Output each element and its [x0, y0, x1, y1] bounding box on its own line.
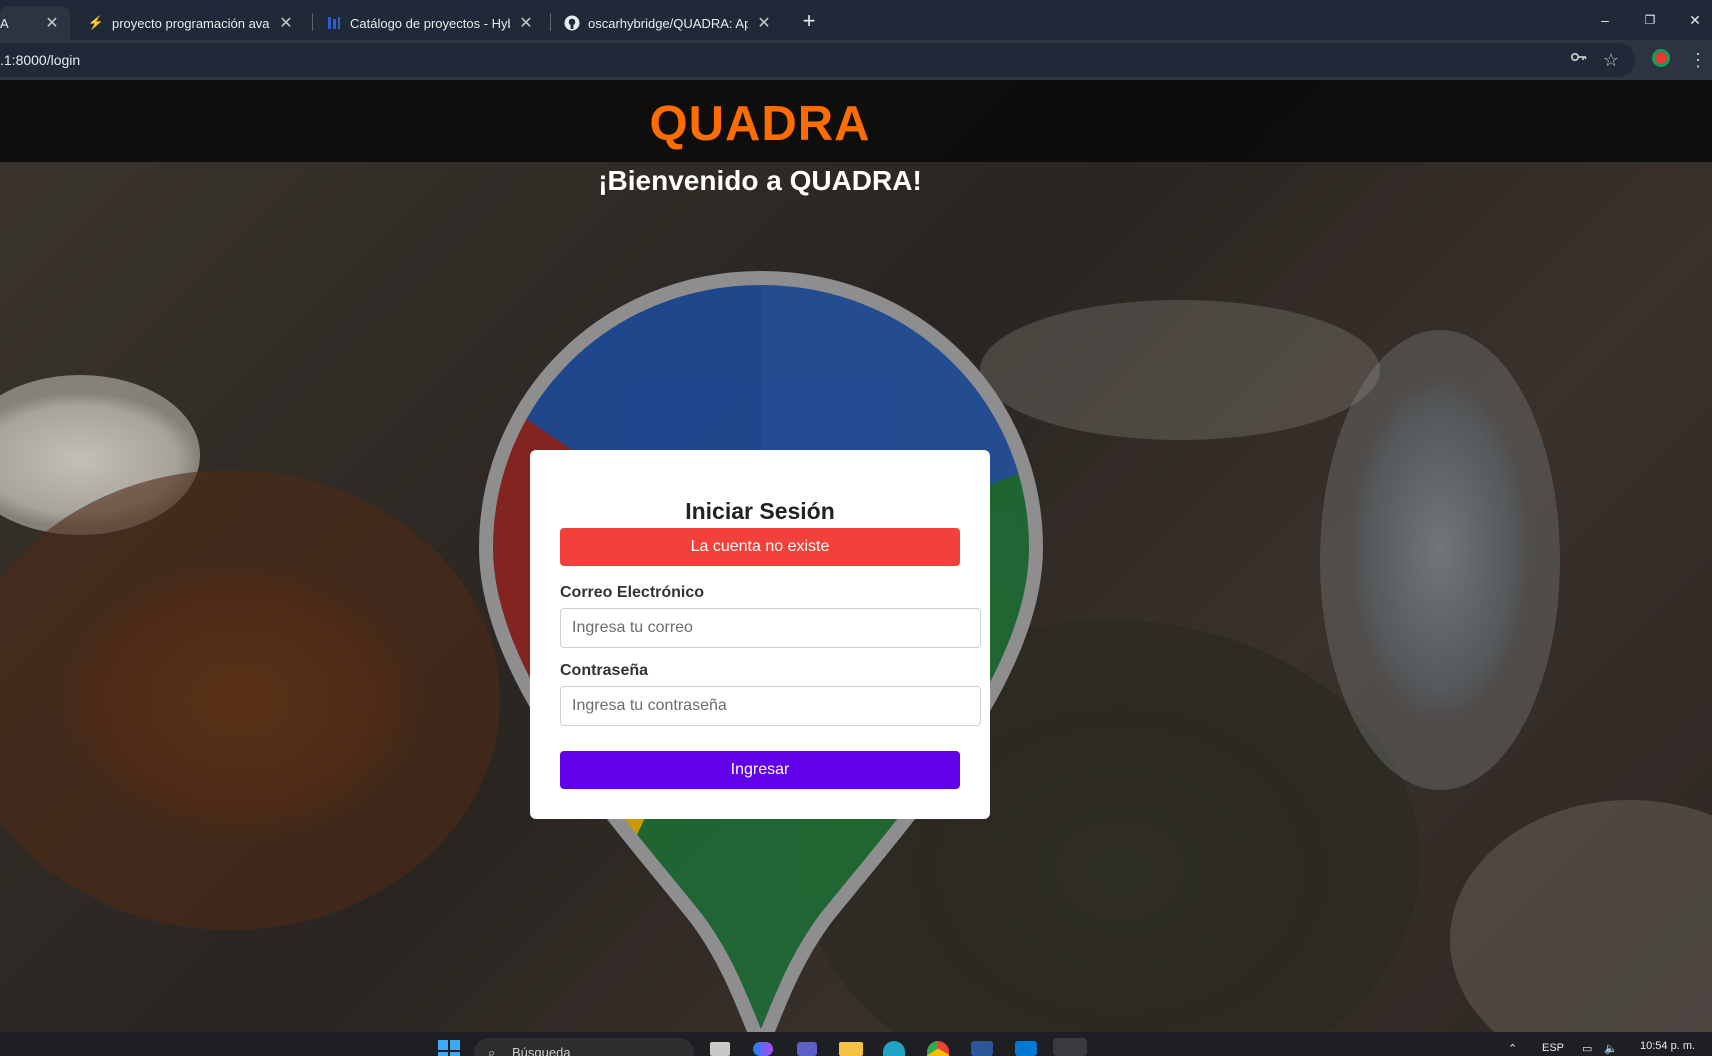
tab-title: oscarhybridge/QUADRA: Aplicación — [588, 15, 748, 31]
profile-icon[interactable] — [1649, 48, 1673, 72]
tab-title: Catálogo de proyectos - Hybridge — [350, 15, 510, 31]
teams-icon[interactable] — [797, 1042, 817, 1056]
tab-title: proyecto programación avanzada — [112, 15, 270, 31]
tab-active[interactable]: A ✕ — [0, 6, 70, 40]
address-bar[interactable]: .1:8000/login ☆ — [0, 43, 1635, 77]
windows-start-icon[interactable] — [438, 1040, 460, 1056]
tab-github[interactable]: oscarhybridge/QUADRA: Aplicación ✕ — [554, 6, 782, 40]
browser-toolbar: .1:8000/login ☆ ⋮ — [0, 40, 1712, 80]
error-alert: La cuenta no existe — [560, 528, 960, 566]
hybridge-logo-icon — [326, 15, 342, 31]
tab-title: A — [0, 15, 9, 31]
close-icon[interactable]: ✕ — [518, 13, 534, 33]
language-indicator[interactable]: ESP — [1542, 1042, 1564, 1054]
page-viewport: QUADRA ¡Bienvenido a QUADRA! Iniciar Ses… — [0, 80, 1712, 1032]
search-icon: ⌕ — [488, 1045, 496, 1056]
volume-icon[interactable]: 🔈 — [1604, 1042, 1618, 1055]
minimize-button[interactable]: – — [1585, 6, 1625, 34]
welcome-heading: ¡Bienvenido a QUADRA! — [598, 165, 922, 196]
password-label: Contraseña — [560, 662, 649, 679]
tab-catalogo[interactable]: Catálogo de proyectos - Hybridge ✕ — [316, 6, 544, 40]
tab-proyecto[interactable]: ⚡ proyecto programación avanzada ✕ — [78, 6, 304, 40]
browser-tab-strip: A ✕ ⚡ proyecto programación avanzada ✕ C… — [0, 0, 1712, 40]
new-tab-button[interactable]: + — [795, 8, 823, 36]
tab-separator — [312, 13, 313, 31]
close-icon[interactable]: ✕ — [278, 13, 294, 33]
star-icon[interactable]: ☆ — [1599, 48, 1623, 72]
file-explorer-icon[interactable] — [839, 1042, 863, 1056]
login-submit-button[interactable]: Ingresar — [560, 751, 960, 789]
clock[interactable]: 10:54 p. m. — [1640, 1040, 1695, 1052]
taskbar: ⌕ Búsqueda ⌃ ESP ▭ 🔈 10:54 p. m. — [0, 1032, 1712, 1056]
lightning-icon: ⚡ — [87, 15, 105, 30]
window-close-button[interactable]: ✕ — [1675, 6, 1712, 34]
close-icon[interactable]: ✕ — [756, 13, 772, 33]
taskbar-search-input[interactable]: ⌕ Búsqueda — [474, 1038, 694, 1056]
brand-logo[interactable]: QUADRA — [0, 96, 1520, 152]
chrome-active-icon[interactable] — [1053, 1038, 1087, 1056]
login-card: Iniciar Sesión La cuenta no existe Corre… — [530, 450, 990, 819]
address-url: .1:8000/login — [0, 52, 81, 68]
taskbar-search-placeholder: Búsqueda — [512, 1045, 571, 1056]
key-icon[interactable] — [1567, 48, 1591, 72]
email-field[interactable] — [560, 608, 981, 648]
close-icon[interactable]: ✕ — [44, 13, 60, 33]
login-title: Iniciar Sesión — [685, 498, 835, 524]
menu-icon[interactable]: ⋮ — [1686, 48, 1710, 72]
tab-separator — [550, 13, 551, 31]
edge-icon[interactable] — [883, 1041, 905, 1056]
restore-button[interactable]: ❐ — [1630, 6, 1670, 34]
network-icon[interactable]: ▭ — [1582, 1042, 1592, 1055]
github-icon — [564, 15, 580, 31]
password-field[interactable] — [560, 686, 981, 726]
vscode-icon[interactable] — [1015, 1041, 1037, 1056]
word-icon[interactable] — [971, 1041, 993, 1056]
chrome-icon[interactable] — [927, 1041, 949, 1056]
copilot-icon[interactable] — [753, 1042, 773, 1056]
site-header: QUADRA — [0, 80, 1712, 162]
email-label: Correo Electrónico — [560, 584, 705, 601]
task-view-icon[interactable] — [710, 1042, 730, 1056]
tray-chevron-icon[interactable]: ⌃ — [1508, 1042, 1517, 1055]
